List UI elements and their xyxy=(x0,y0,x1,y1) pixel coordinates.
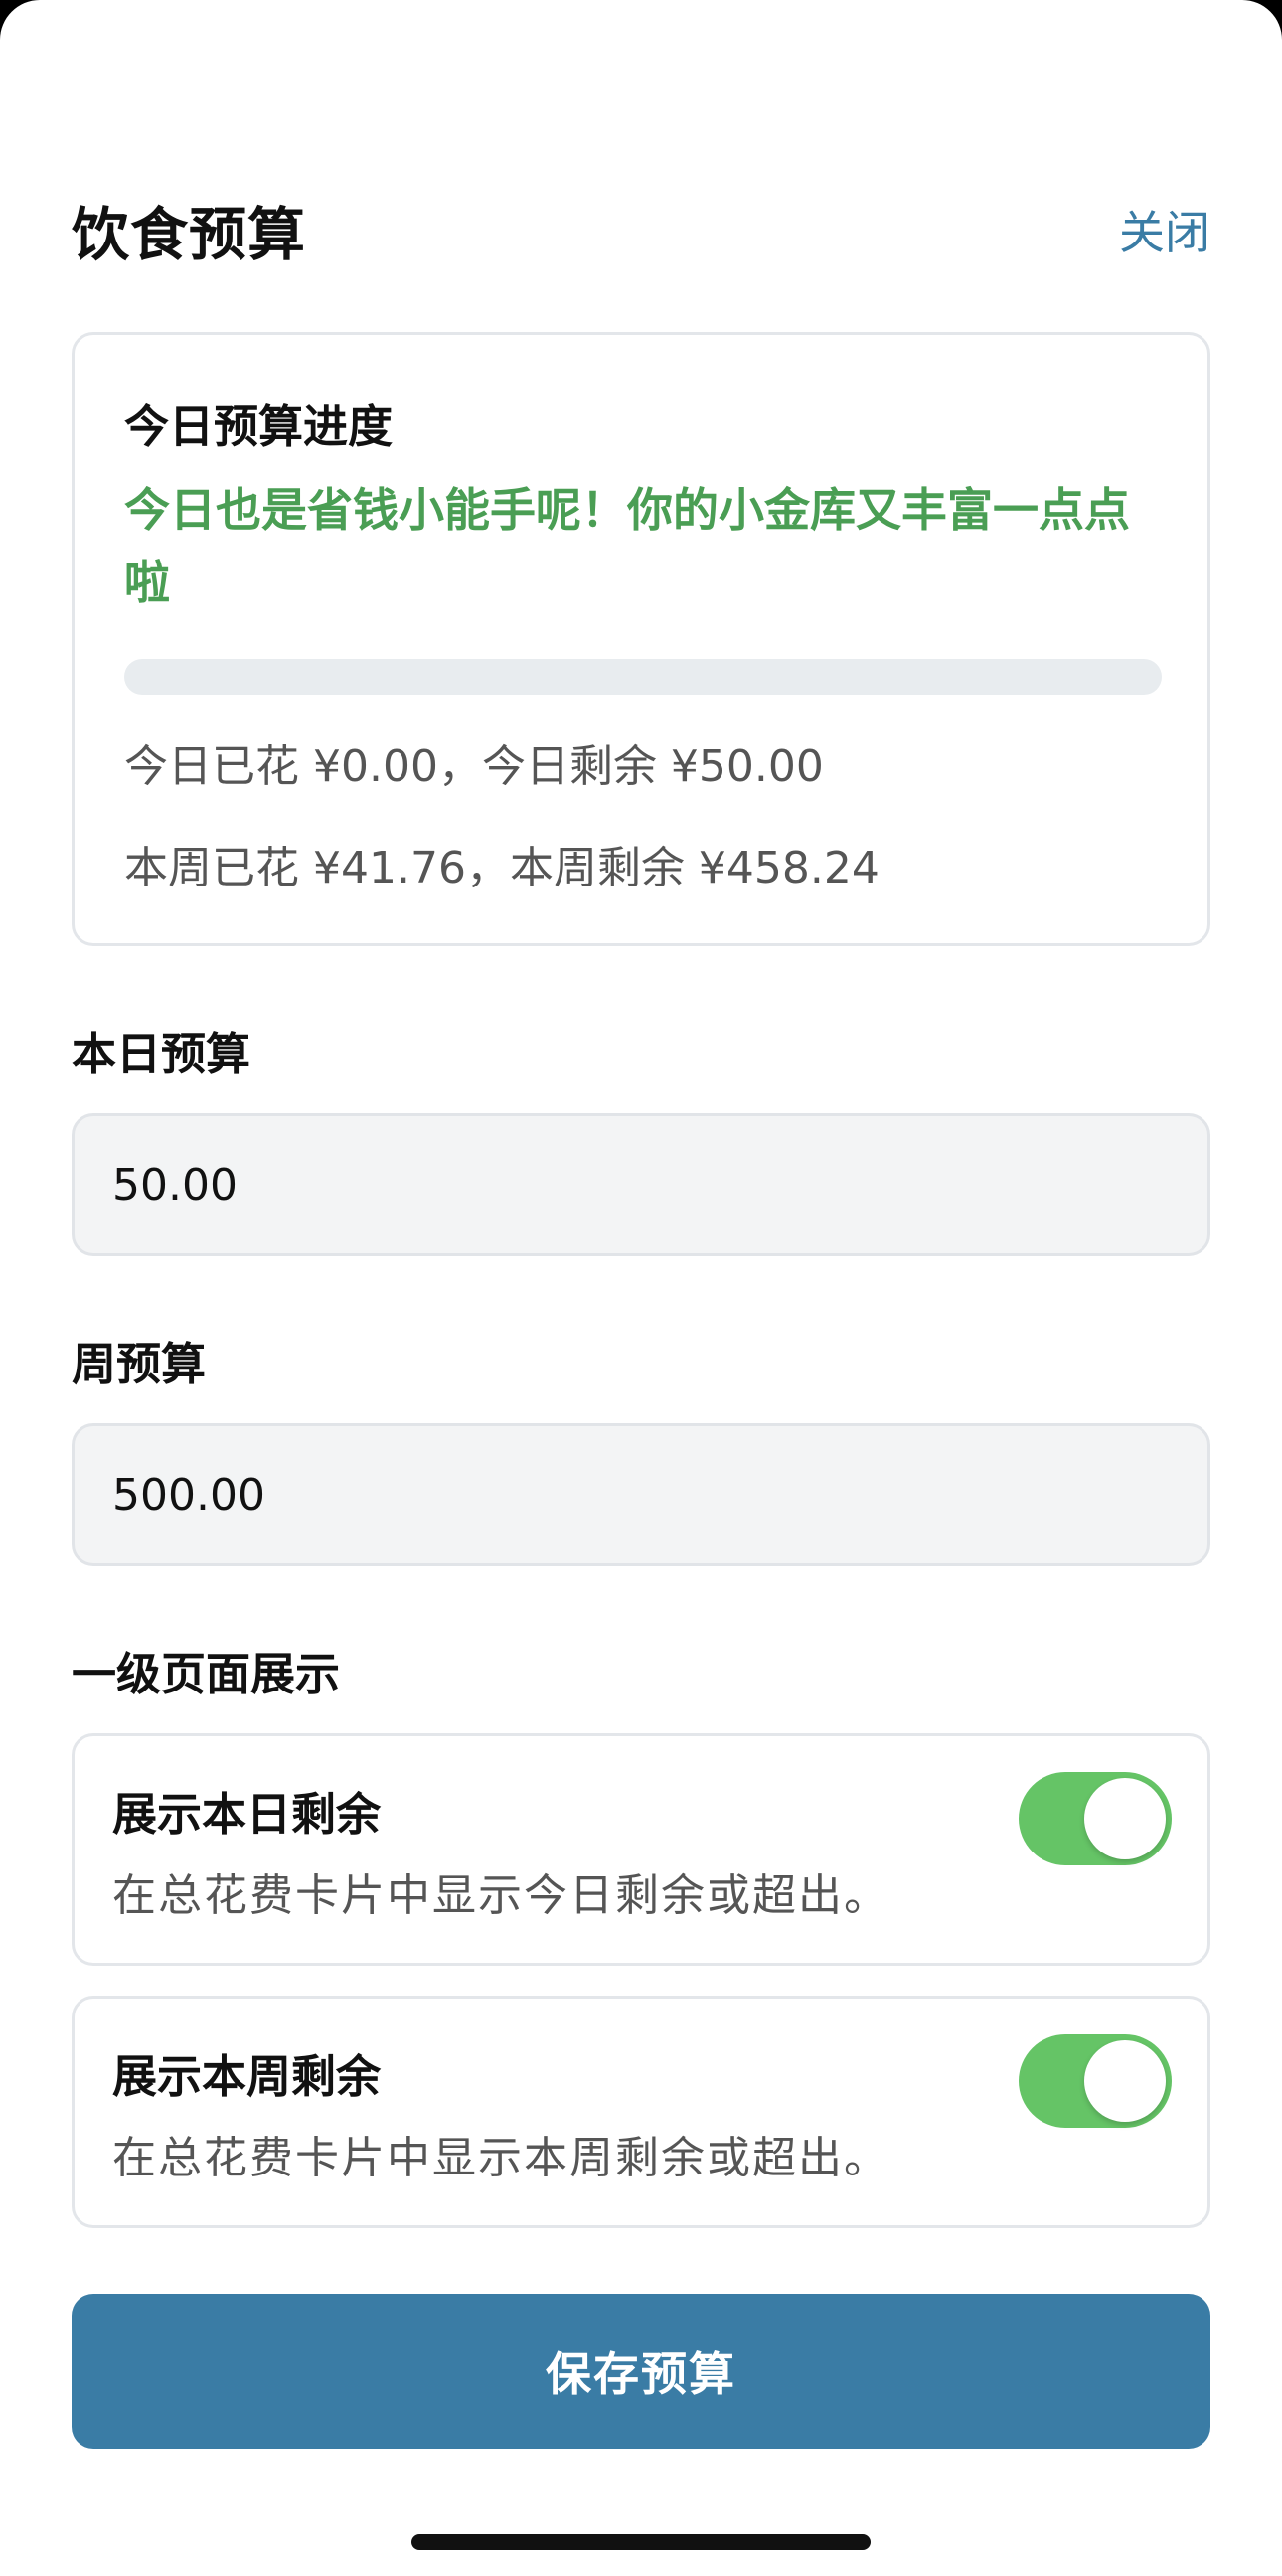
toggle-description: 在总花费卡片中显示今日剩余或超出。 xyxy=(112,1870,889,1921)
toggle-knob xyxy=(1084,2040,1166,2122)
close-button[interactable]: 关闭 xyxy=(1119,197,1210,262)
home-indicator xyxy=(411,2534,871,2550)
progress-message: 今日也是省钱小能手呢！你的小金库又丰富一点点啦 xyxy=(124,483,1130,609)
weekly-budget-input[interactable] xyxy=(72,1423,1210,1566)
daily-budget-label: 本日预算 xyxy=(72,1028,251,1080)
progress-title: 今日预算进度 xyxy=(124,401,394,453)
show-daily-remaining-toggle[interactable] xyxy=(1019,1772,1172,1865)
daily-budget-input[interactable] xyxy=(72,1113,1210,1256)
progress-bar xyxy=(124,659,1162,695)
sheet-header: 饮食预算 关闭 xyxy=(72,189,1210,270)
week-spending-summary: 本周已花 ¥41.76，本周剩余 ¥458.24 xyxy=(124,843,880,893)
budget-progress-card: 今日预算进度 今日也是省钱小能手呢！你的小金库又丰富一点点啦 今日已花 ¥0.0… xyxy=(72,332,1210,946)
toggle-title: 展示本周剩余 xyxy=(112,2050,382,2103)
toggle-knob xyxy=(1084,1778,1166,1859)
page-title: 饮食预算 xyxy=(72,201,307,268)
show-daily-remaining-card: 展示本日剩余 在总花费卡片中显示今日剩余或超出。 xyxy=(72,1733,1210,1966)
screen: 饮食预算 关闭 今日预算进度 今日也是省钱小能手呢！你的小金库又丰富一点点啦 今… xyxy=(0,0,1282,2576)
budget-sheet: 饮食预算 关闭 今日预算进度 今日也是省钱小能手呢！你的小金库又丰富一点点啦 今… xyxy=(0,0,1282,2576)
show-weekly-remaining-toggle[interactable] xyxy=(1019,2034,1172,2128)
toggle-title: 展示本日剩余 xyxy=(112,1788,382,1841)
toggle-description: 在总花费卡片中显示本周剩余或超出。 xyxy=(112,2133,889,2183)
show-weekly-remaining-card: 展示本周剩余 在总花费卡片中显示本周剩余或超出。 xyxy=(72,1996,1210,2228)
display-section-label: 一级页面展示 xyxy=(72,1648,341,1700)
weekly-budget-label: 周预算 xyxy=(72,1338,207,1390)
save-budget-button[interactable]: 保存预算 xyxy=(72,2294,1210,2449)
today-spending-summary: 今日已花 ¥0.00，今日剩余 ¥50.00 xyxy=(124,741,824,792)
